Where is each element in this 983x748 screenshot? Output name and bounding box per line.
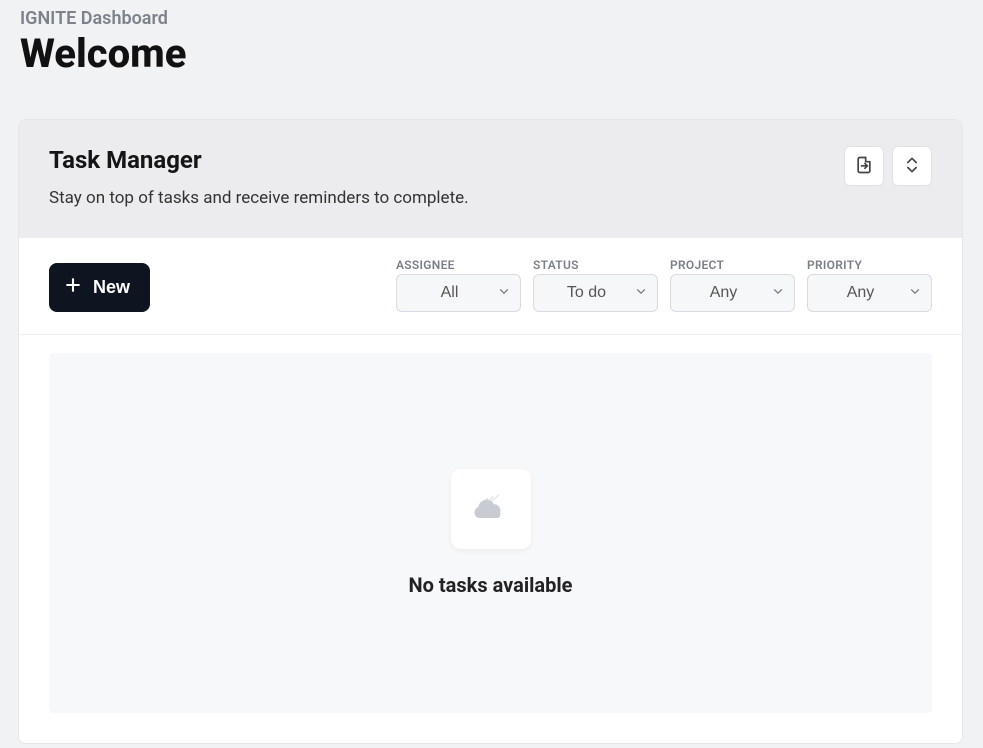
card-title: Task Manager <box>49 146 469 174</box>
cloud-icon <box>469 485 513 533</box>
sort-button[interactable] <box>892 146 932 186</box>
card-body: No tasks available <box>19 335 962 743</box>
empty-state: No tasks available <box>49 353 932 713</box>
filter-assignee-label: ASSIGNEE <box>396 258 521 272</box>
task-manager-card: Task Manager Stay on top of tasks and re… <box>18 119 963 744</box>
card-subtitle: Stay on top of tasks and receive reminde… <box>49 188 469 208</box>
project-select[interactable]: Any <box>670 274 795 312</box>
filter-status: STATUS To do <box>533 258 658 312</box>
toolbar: New ASSIGNEE All STATUS To do <box>19 238 962 335</box>
empty-state-message: No tasks available <box>409 573 573 597</box>
sort-icon <box>902 155 922 178</box>
breadcrumb: IGNITE Dashboard <box>20 8 963 29</box>
new-task-label: New <box>93 277 130 298</box>
empty-state-icon-tile <box>451 469 531 549</box>
filters: ASSIGNEE All STATUS To do PR <box>396 258 932 312</box>
new-task-button[interactable]: New <box>49 263 150 312</box>
assignee-select[interactable]: All <box>396 274 521 312</box>
priority-select[interactable]: Any <box>807 274 932 312</box>
status-select[interactable]: To do <box>533 274 658 312</box>
filter-priority-label: PRIORITY <box>807 258 932 272</box>
import-icon <box>854 155 874 178</box>
filter-project-label: PROJECT <box>670 258 795 272</box>
page-title: Welcome <box>20 31 963 77</box>
filter-status-label: STATUS <box>533 258 658 272</box>
card-header: Task Manager Stay on top of tasks and re… <box>19 120 962 238</box>
plus-icon <box>63 275 83 300</box>
filter-assignee: ASSIGNEE All <box>396 258 521 312</box>
filter-project: PROJECT Any <box>670 258 795 312</box>
filter-priority: PRIORITY Any <box>807 258 932 312</box>
import-button[interactable] <box>844 146 884 186</box>
